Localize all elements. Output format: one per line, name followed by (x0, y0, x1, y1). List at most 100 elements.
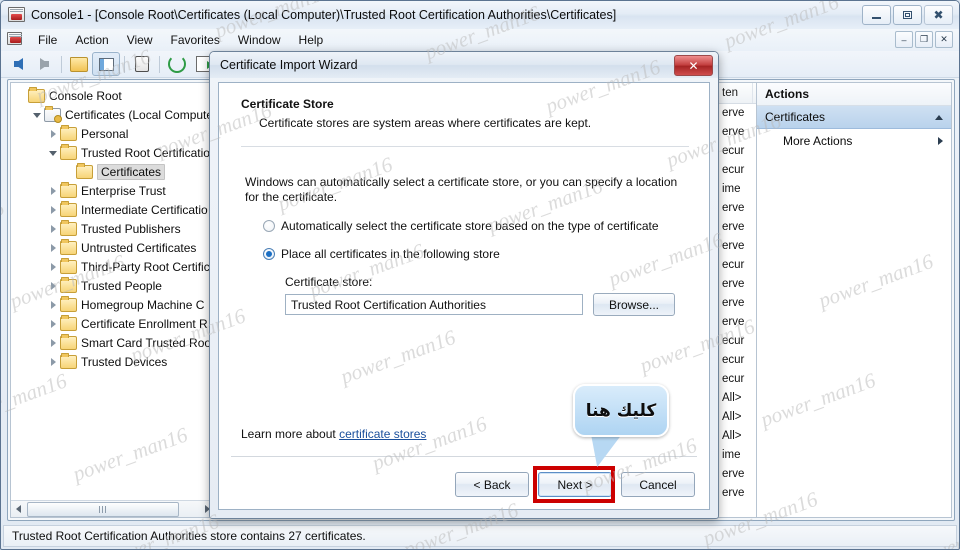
tree-item[interactable]: Homegroup Machine C (11, 295, 215, 314)
chevron-right-icon (938, 137, 943, 145)
expander-closed-icon[interactable] (47, 336, 60, 349)
menu-item-help[interactable]: Help (290, 31, 333, 49)
tree-hscroll-thumb[interactable] (27, 501, 179, 517)
tree-item[interactable]: Personal (11, 124, 215, 143)
forward-button[interactable] (31, 53, 57, 75)
tree-item[interactable]: Console Root (11, 86, 215, 105)
radio-auto-select-row[interactable]: Automatically select the certificate sto… (263, 219, 689, 233)
expander-closed-icon[interactable] (47, 222, 60, 235)
callout-tail (587, 433, 623, 467)
dialog-button-bar: < Back Next > Cancel (446, 466, 695, 503)
window-maximize-button[interactable] (893, 5, 922, 25)
expander-closed-icon[interactable] (47, 279, 60, 292)
back-button[interactable] (5, 53, 31, 75)
dialog-title: Certificate Import Wizard (220, 58, 358, 72)
scroll-left-icon[interactable] (11, 502, 26, 517)
tree-item[interactable]: Trusted Devices (11, 352, 215, 371)
expander-closed-icon[interactable] (47, 241, 60, 254)
tree-item-label: Untrusted Certificates (81, 240, 197, 255)
folder-icon (60, 219, 77, 236)
folder-icon (60, 200, 77, 217)
expander-open-icon[interactable] (47, 146, 60, 159)
tree-item[interactable]: Trusted Publishers (11, 219, 215, 238)
expander-closed-icon[interactable] (47, 127, 60, 140)
up-folder-button[interactable] (66, 53, 92, 75)
menu-item-window[interactable]: Window (229, 31, 290, 49)
console-tree[interactable]: Console Root Certificates (Local Compute P… (11, 86, 215, 500)
tree-item[interactable]: Trusted Root Certificatio (11, 143, 215, 162)
cell-intended-purposes: erve (722, 201, 745, 214)
tree-item-label: Personal (81, 126, 129, 141)
menu-item-file[interactable]: File (29, 31, 66, 49)
mdi-restore-button[interactable]: ❐ (915, 31, 933, 48)
status-text: Trusted Root Certification Authorities s… (12, 529, 366, 543)
radio-place-all[interactable] (263, 248, 275, 260)
certificate-stores-link[interactable]: certificate stores (339, 427, 426, 441)
radio-auto-select[interactable] (263, 220, 275, 232)
browse-button[interactable]: Browse... (593, 293, 675, 316)
certificate-store-input[interactable]: Trusted Root Certification Authorities (285, 294, 583, 315)
cell-intended-purposes: erve (722, 315, 745, 328)
menu-item-action[interactable]: Action (66, 31, 117, 49)
window-close-button[interactable]: ✖ (924, 5, 953, 25)
mdi-close-button[interactable]: ✕ (935, 31, 953, 48)
window-minimize-button[interactable] (862, 5, 891, 25)
refresh-button[interactable] (164, 53, 190, 75)
dialog-paragraph: Windows can automatically select a certi… (245, 175, 678, 204)
tree-horizontal-scrollbar[interactable] (11, 500, 215, 517)
tree-item[interactable]: Certificates (Local Compute (11, 105, 215, 124)
expander-closed-icon[interactable] (47, 260, 60, 273)
tree-item[interactable]: Certificate Enrollment R (11, 314, 215, 333)
folder-icon (60, 124, 77, 141)
cell-intended-purposes: ecur (722, 372, 745, 385)
actions-more-actions[interactable]: More Actions (757, 129, 951, 153)
show-hide-tree-button[interactable] (92, 52, 120, 76)
cell-intended-purposes: erve (722, 106, 745, 119)
tree-item-label: Trusted Root Certificatio (81, 145, 210, 160)
tree-item-label: Third-Party Root Certific (81, 259, 210, 274)
tree-item[interactable]: Smart Card Trusted Roo (11, 333, 215, 352)
mdi-minimize-button[interactable]: – (895, 31, 913, 48)
radio-place-all-row[interactable]: Place all certificates in the following … (263, 247, 689, 261)
actions-item-label: More Actions (783, 134, 853, 148)
menu-item-favorites[interactable]: Favorites (162, 31, 229, 49)
cell-intended-purposes: erve (722, 239, 745, 252)
callout-text: كليك هنا (585, 400, 657, 421)
mdi-window-controls: – ❐ ✕ (895, 31, 953, 48)
folder-icon (60, 238, 77, 255)
cell-intended-purposes: All> (722, 429, 742, 442)
window-controls: ✖ (862, 5, 953, 25)
radio-auto-select-label: Automatically select the certificate sto… (281, 219, 659, 233)
cancel-button[interactable]: Cancel (621, 472, 695, 497)
properties-button[interactable] (129, 53, 155, 75)
tree-item[interactable]: Enterprise Trust (11, 181, 215, 200)
tree-item-label: Certificates (97, 163, 166, 180)
expander-closed-icon[interactable] (47, 298, 60, 311)
dialog-close-button[interactable]: ✕ (674, 55, 713, 76)
actions-group-certificates[interactable]: Certificates (757, 106, 951, 129)
expander-closed-icon[interactable] (47, 355, 60, 368)
list-header-intended-purposes[interactable]: ten (717, 83, 753, 103)
folder-icon (76, 162, 93, 179)
tree-item[interactable]: Third-Party Root Certific (11, 257, 215, 276)
back-button-dialog[interactable]: < Back (455, 472, 529, 497)
tree-item[interactable]: Trusted People (11, 276, 215, 295)
tree-item[interactable]: Intermediate Certificatio (11, 200, 215, 219)
menu-bar: File Action View Favorites Window Help –… (1, 29, 959, 52)
expander-closed-icon[interactable] (47, 317, 60, 330)
status-bar: Trusted Root Certification Authorities s… (3, 525, 957, 547)
actions-group-label: Certificates (765, 110, 826, 124)
tree-item[interactable]: Untrusted Certificates (11, 238, 215, 257)
cell-intended-purposes: All> (722, 410, 742, 423)
tree-item-label: Intermediate Certificatio (81, 202, 208, 217)
expander-open-icon[interactable] (31, 108, 44, 121)
folder-icon (70, 56, 88, 72)
expander-closed-icon[interactable] (47, 184, 60, 197)
menu-item-view[interactable]: View (118, 31, 162, 49)
console-tree-pane: Console Root Certificates (Local Compute P… (10, 82, 216, 518)
expander-closed-icon[interactable] (47, 203, 60, 216)
tree-item[interactable]: Certificates (11, 162, 215, 181)
cell-intended-purposes: All> (722, 391, 742, 404)
certificate-store-row: Trusted Root Certification Authorities B… (285, 293, 689, 316)
tree-item-label: Homegroup Machine C (81, 297, 205, 312)
